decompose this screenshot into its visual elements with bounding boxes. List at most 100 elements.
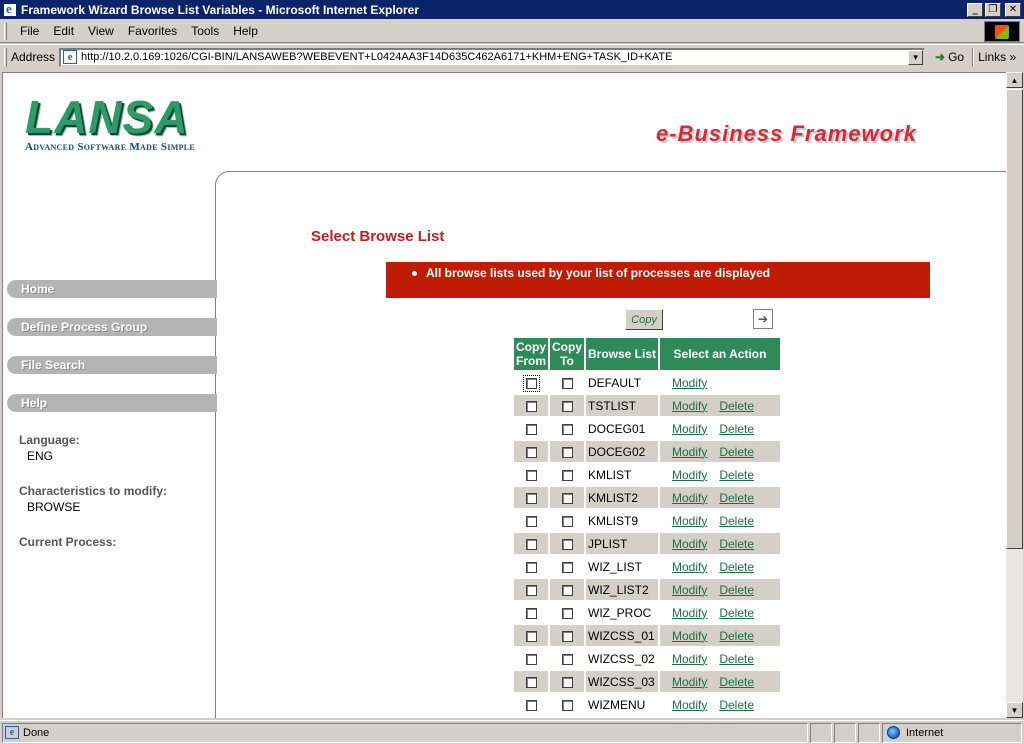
copy-to-checkbox[interactable] [561,492,573,504]
delete-link[interactable]: Delete [719,491,754,505]
delete-link[interactable]: Delete [719,698,754,712]
characteristics-info: Characteristics to modify: BROWSE [19,484,215,514]
menu-favorites[interactable]: Favorites [121,24,184,38]
scroll-up-icon[interactable]: ▲ [1006,72,1023,88]
copy-from-checkbox[interactable] [522,374,540,392]
nav-help[interactable]: Help [7,394,217,412]
copy-to-checkbox[interactable] [561,446,573,458]
copy-from-checkbox[interactable] [525,699,537,711]
modify-link[interactable]: Modify [672,675,707,689]
scroll-thumb[interactable] [1006,89,1023,549]
menu-tools[interactable]: Tools [184,24,226,38]
copy-from-checkbox[interactable] [525,446,537,458]
copy-from-checkbox[interactable] [525,492,537,504]
copy-from-checkbox[interactable] [525,584,537,596]
modify-link[interactable]: Modify [672,445,707,459]
copy-to-cell [550,395,584,416]
browse-list-name: DOCEG02 [586,441,658,462]
table-row: WIZ_LIST2 Modify Delete [514,579,780,600]
delete-link[interactable]: Delete [719,445,754,459]
action-cell: Modify Delete [660,579,780,600]
scroll-down-icon[interactable]: ▼ [1006,702,1023,718]
delete-link[interactable]: Delete [719,583,754,597]
copy-to-checkbox[interactable] [561,469,573,481]
delete-link[interactable]: Delete [719,560,754,574]
copy-from-checkbox[interactable] [525,515,537,527]
address-url[interactable]: http://10.2.0.169:1026/CGI-BIN/LANSAWEB?… [81,51,672,63]
table-row: WIZCSS_02 Modify Delete [514,648,780,669]
delete-link[interactable]: Delete [719,468,754,482]
modify-link[interactable]: Modify [672,514,707,528]
address-dropdown-button[interactable]: ▼ [908,49,924,65]
delete-link[interactable]: Delete [719,606,754,620]
copy-to-cell [550,625,584,646]
menu-file[interactable]: File [13,24,46,38]
copy-from-checkbox[interactable] [525,653,537,665]
copy-to-checkbox[interactable] [561,561,573,573]
copy-to-checkbox[interactable] [561,607,573,619]
vertical-scrollbar[interactable]: ▲ ▼ [1006,72,1023,718]
delete-link[interactable]: Delete [719,629,754,643]
copy-from-checkbox[interactable] [525,561,537,573]
copy-from-checkbox[interactable] [525,469,537,481]
modify-link[interactable]: Modify [672,606,707,620]
modify-link[interactable]: Modify [672,376,707,390]
copy-to-checkbox[interactable] [561,515,573,527]
delete-link[interactable]: Delete [719,652,754,666]
copy-to-checkbox[interactable] [561,630,573,642]
toolbar-grip [4,47,7,67]
copy-to-checkbox[interactable] [561,699,573,711]
browse-list-name: DOCEG01 [588,421,646,436]
go-button[interactable]: ➜ Go [931,50,968,64]
delete-link[interactable]: Delete [719,675,754,689]
menu-bar: File Edit View Favorites Tools Help [0,20,1024,43]
nav-file-search[interactable]: File Search [7,356,217,374]
menu-edit[interactable]: Edit [46,24,81,38]
delete-link[interactable]: Delete [719,514,754,528]
copy-from-cell [514,510,548,531]
delete-link[interactable]: Delete [719,537,754,551]
copy-to-checkbox[interactable] [561,423,573,435]
modify-link[interactable]: Modify [672,698,707,712]
status-cell [858,722,880,743]
browse-list-name: KMLIST2 [586,487,658,508]
modify-link[interactable]: Modify [672,629,707,643]
copy-from-cell [514,602,548,623]
table-row: WIZCSS_01 Modify Delete [514,625,780,646]
copy-to-checkbox[interactable] [561,676,573,688]
modify-link[interactable]: Modify [672,583,707,597]
modify-link[interactable]: Modify [672,560,707,574]
copy-from-checkbox[interactable] [525,607,537,619]
copy-from-checkbox[interactable] [525,400,537,412]
delete-link[interactable]: Delete [719,422,754,436]
copy-from-checkbox[interactable] [525,538,537,550]
delete-link[interactable]: Delete [719,399,754,413]
copy-to-checkbox[interactable] [561,584,573,596]
links-button[interactable]: Links » [978,50,1016,64]
close-button[interactable]: ✕ [1005,2,1021,17]
modify-link[interactable]: Modify [672,537,707,551]
copy-from-checkbox[interactable] [525,423,537,435]
minimize-button[interactable]: _ [967,2,983,17]
modify-link[interactable]: Modify [672,399,707,413]
menu-help[interactable]: Help [226,24,265,38]
copy-from-checkbox[interactable] [525,630,537,642]
restore-button[interactable]: ❐ [985,2,1001,17]
copy-to-checkbox[interactable] [561,653,573,665]
menu-view[interactable]: View [81,24,121,38]
modify-link[interactable]: Modify [672,491,707,505]
modify-link[interactable]: Modify [672,652,707,666]
modify-link[interactable]: Modify [672,422,707,436]
nav-home[interactable]: Home [7,280,217,298]
copy-to-checkbox[interactable] [561,377,573,389]
modify-link[interactable]: Modify [672,468,707,482]
copy-button[interactable]: Copy [625,309,663,330]
address-input[interactable]: e http://10.2.0.169:1026/CGI-BIN/LANSAWE… [59,47,926,67]
browse-list-name: DEFAULT [588,375,642,390]
copy-to-checkbox[interactable] [561,400,573,412]
copy-to-checkbox[interactable] [561,538,573,550]
next-page-icon[interactable]: ➔ [753,309,773,329]
nav-define-process-group[interactable]: Define Process Group [7,318,217,336]
copy-from-cell [514,533,548,554]
copy-from-checkbox[interactable] [525,676,537,688]
